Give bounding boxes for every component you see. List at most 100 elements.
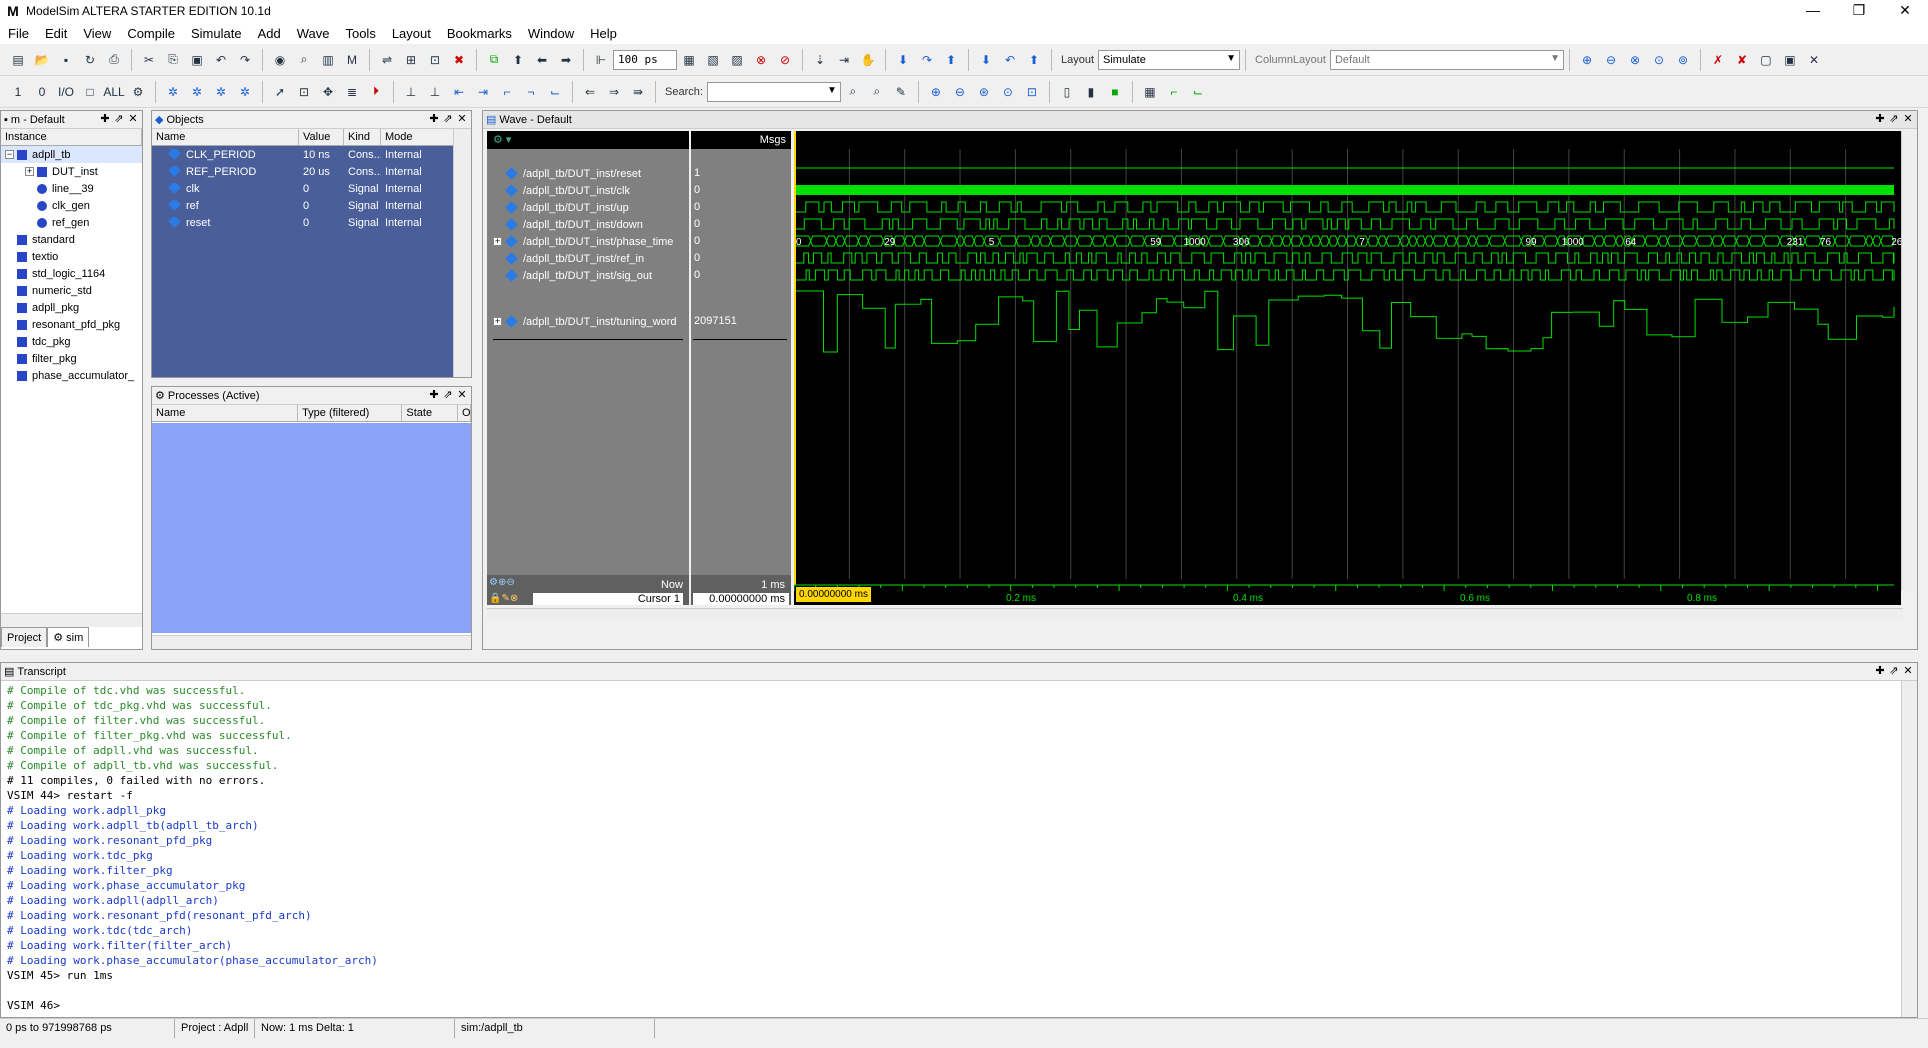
copy-icon[interactable]: ⎘: [163, 50, 183, 70]
instance-item[interactable]: line__39: [1, 180, 142, 197]
restart-icon[interactable]: ⊩: [591, 50, 611, 70]
redo-icon[interactable]: ↷: [235, 50, 255, 70]
reload-icon[interactable]: ↻: [80, 50, 100, 70]
instance-item[interactable]: adpll_pkg: [1, 299, 142, 316]
wave-tools-icon[interactable]: ⚙ ▾: [493, 134, 511, 146]
zoom-cursor-icon[interactable]: ⊙: [998, 82, 1018, 102]
wave-style-4-icon[interactable]: ▦: [1140, 82, 1160, 102]
run-all-icon[interactable]: ▨: [727, 50, 747, 70]
stop-icon[interactable]: ⊘: [775, 50, 795, 70]
maximize-button[interactable]: ❐: [1836, 0, 1882, 22]
expand-icon[interactable]: −: [5, 150, 14, 159]
search-clear-icon[interactable]: ✎: [891, 82, 911, 102]
dataflow-icon[interactable]: ⊞: [401, 50, 421, 70]
break-icon[interactable]: ✖: [449, 50, 469, 70]
instance-item[interactable]: numeric_std: [1, 282, 142, 299]
zoom-1-icon[interactable]: 1: [8, 82, 28, 102]
reverse-up-icon[interactable]: ⬆: [1024, 50, 1044, 70]
undock-icon[interactable]: ⇗: [441, 388, 455, 403]
tab-project[interactable]: Project: [1, 627, 48, 647]
export-icon[interactable]: ▢: [1756, 50, 1776, 70]
close-icon[interactable]: ✕: [126, 112, 140, 127]
instance-item[interactable]: std_logic_1164: [1, 265, 142, 282]
search-binoculars-icon[interactable]: ⌕: [843, 82, 863, 102]
cursor-add-icon[interactable]: ⊥: [401, 82, 421, 102]
minimize-button[interactable]: —: [1790, 0, 1836, 22]
find-icon[interactable]: ⌕: [294, 50, 314, 70]
up-arrow-icon[interactable]: ⬆: [508, 50, 528, 70]
undock-icon[interactable]: ⇗: [441, 112, 455, 127]
wave-signal-name[interactable]: /adpll_tb/DUT_inst/clk: [487, 182, 630, 199]
menu-wave[interactable]: Wave: [289, 26, 338, 41]
undock-icon[interactable]: ⇗: [1887, 112, 1901, 127]
delete-cursor-icon[interactable]: ✗: [1708, 50, 1728, 70]
expand-icon[interactable]: +: [493, 317, 502, 326]
instance-item[interactable]: standard: [1, 231, 142, 248]
transcript-text[interactable]: # Compile of tdc.vhd was successful. # Co…: [1, 681, 1917, 1013]
cursor-del-icon[interactable]: ⊥: [425, 82, 445, 102]
instance-item[interactable]: + DUT_inst: [1, 163, 142, 180]
reverse-over-icon[interactable]: ↶: [1000, 50, 1020, 70]
step-up-icon[interactable]: ⬆: [941, 50, 961, 70]
edge-falling-icon[interactable]: ⌙: [545, 82, 565, 102]
zoom-out-icon[interactable]: ⊖: [950, 82, 970, 102]
undock-icon[interactable]: ⇗: [1887, 664, 1901, 679]
int-icon[interactable]: □: [80, 82, 100, 102]
zoom-in-icon[interactable]: ⊕: [926, 82, 946, 102]
instance-hscroll[interactable]: [1, 613, 142, 627]
pan-icon[interactable]: ✥: [318, 82, 338, 102]
dock-icon[interactable]: ✚: [427, 112, 441, 127]
menu-help[interactable]: Help: [582, 26, 625, 41]
wave-signal-name[interactable]: /adpll_tb/DUT_inst/up: [487, 199, 629, 216]
menu-compile[interactable]: Compile: [119, 26, 183, 41]
menu-view[interactable]: View: [75, 26, 119, 41]
menu-bookmarks[interactable]: Bookmarks: [439, 26, 520, 41]
wave-edge-fall-icon[interactable]: ⌙: [1188, 82, 1208, 102]
forward-arrow-icon[interactable]: ➡: [556, 50, 576, 70]
search-input[interactable]: [706, 81, 841, 102]
wave-edit-icon[interactable]: ⊙: [1649, 50, 1669, 70]
instance-item[interactable]: filter_pkg: [1, 350, 142, 367]
continue-run-icon[interactable]: ▧: [703, 50, 723, 70]
waveform-area[interactable]: 029559100030679910006423176268000 ms0.2 …: [793, 131, 1908, 605]
col-proc-name[interactable]: Name: [152, 405, 299, 421]
clear-icon[interactable]: ✕: [1804, 50, 1824, 70]
wave-signal-name[interactable]: /adpll_tb/DUT_inst/sig_out: [487, 267, 652, 284]
wave-vscroll[interactable]: [1901, 131, 1917, 591]
dock-icon[interactable]: ✚: [427, 388, 441, 403]
select-arrow-icon[interactable]: ➚: [270, 82, 290, 102]
step-icon[interactable]: ⧉: [484, 50, 504, 70]
menu-tools[interactable]: Tools: [337, 26, 383, 41]
column-icon[interactable]: ▥: [318, 50, 338, 70]
wave-add-icon[interactable]: ⊕: [1577, 50, 1597, 70]
object-row[interactable]: CLK_PERIOD 10 ns Cons... Internal: [152, 146, 455, 163]
wave-hscroll[interactable]: [487, 608, 1903, 622]
step-over-blue-icon[interactable]: ↷: [917, 50, 937, 70]
object-row[interactable]: REF_PERIOD 20 us Cons... Internal: [152, 163, 455, 180]
cursor-flag[interactable]: 0.00000000 ms: [796, 587, 871, 602]
modelsim-icon[interactable]: M: [342, 50, 362, 70]
io-icon[interactable]: I/O: [56, 82, 76, 102]
zoom-region-icon[interactable]: ⊡: [1022, 82, 1042, 102]
menu-edit[interactable]: Edit: [37, 26, 75, 41]
wave-group-icon[interactable]: ⊖: [1601, 50, 1621, 70]
expand-icon[interactable]: +: [493, 237, 502, 246]
wave-signal-name[interactable]: + /adpll_tb/DUT_inst/phase_time: [487, 233, 673, 250]
objects-vscroll[interactable]: [453, 129, 471, 377]
now-icons[interactable]: ⚙⊕⊖: [489, 577, 515, 588]
search-options-icon[interactable]: ⌕: [867, 82, 887, 102]
close-button[interactable]: ✕: [1882, 0, 1928, 22]
next-transition-icon[interactable]: ¬: [521, 82, 541, 102]
tab-sim[interactable]: ⚙ sim: [47, 627, 90, 647]
schematic-icon[interactable]: ⊡: [425, 50, 445, 70]
break-run-icon[interactable]: ⊗: [751, 50, 771, 70]
cursor-icons[interactable]: 🔒✎⊗: [489, 593, 518, 604]
instance-item[interactable]: clk_gen: [1, 197, 142, 214]
instance-item[interactable]: − adpll_tb: [1, 146, 142, 163]
save-icon[interactable]: ▪: [56, 50, 76, 70]
wave-style-1-icon[interactable]: ▯: [1057, 82, 1077, 102]
col-proc-type[interactable]: Type (filtered): [298, 405, 403, 421]
instance-col-name[interactable]: Instance: [1, 129, 142, 145]
instance-item[interactable]: resonant_pfd_pkg: [1, 316, 142, 333]
transcript-vscroll[interactable]: [1901, 681, 1917, 1017]
